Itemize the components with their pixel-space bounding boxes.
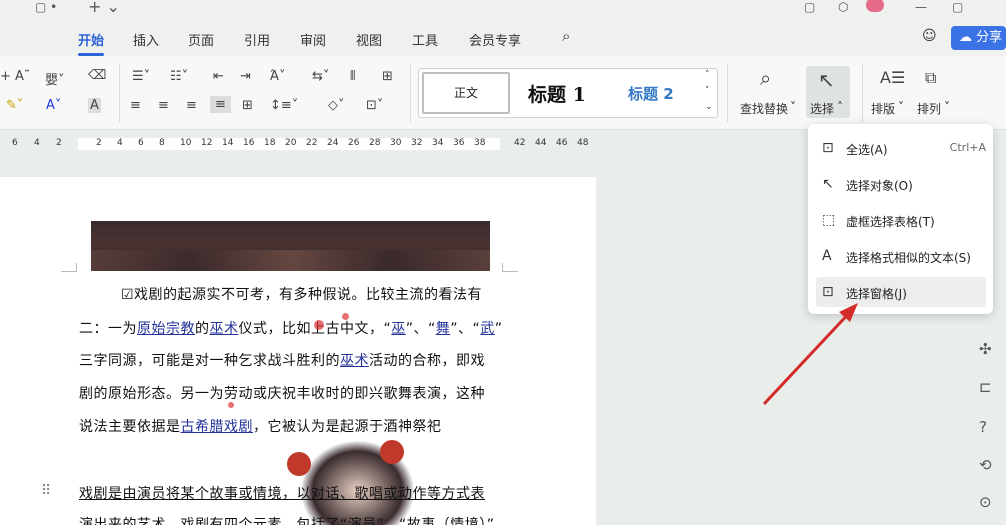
annotation-arrow [762,303,858,406]
arrow-line [762,308,854,406]
